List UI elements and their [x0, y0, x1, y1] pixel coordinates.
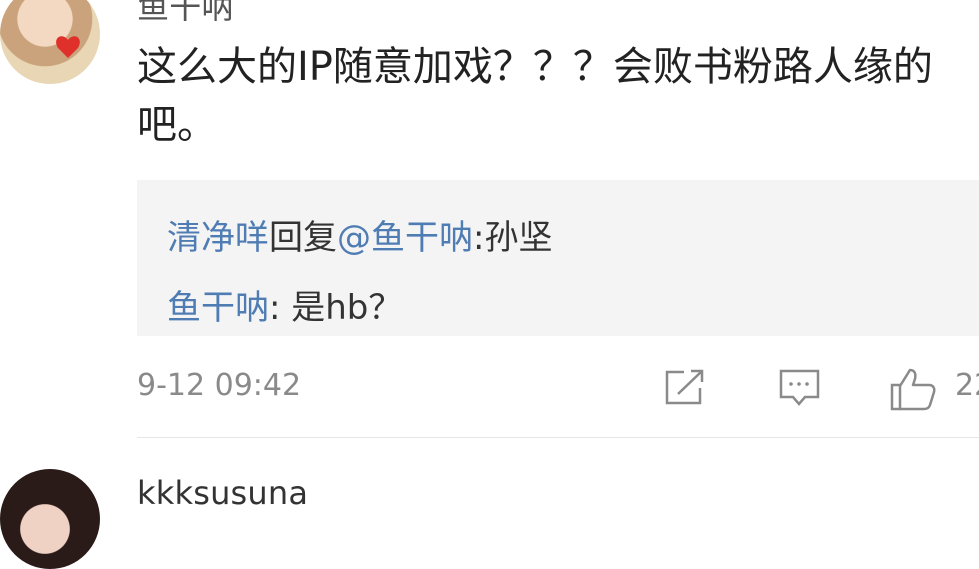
reply-item[interactable]: 清净咩回复@鱼干呐:孙坚 [167, 210, 552, 259]
comment-timestamp: 9-12 09:42 [137, 368, 302, 403]
heart-icon [56, 36, 80, 58]
reply-action-label: 回复 [269, 218, 337, 258]
reply-text: :孙坚 [473, 218, 553, 258]
like-count: 22 [955, 368, 979, 403]
comment-icon [779, 369, 820, 406]
like-button[interactable] [888, 366, 938, 416]
share-button[interactable] [662, 366, 708, 412]
reply-author[interactable]: 清净咩 [167, 218, 269, 258]
avatar[interactable] [0, 0, 100, 84]
reply-item[interactable]: 鱼干呐: 是hb？ [167, 280, 402, 329]
avatar[interactable] [0, 469, 100, 569]
comment-username[interactable]: kkksusuna [137, 474, 308, 512]
share-icon [665, 369, 704, 405]
reply-author[interactable]: 鱼干呐 [167, 288, 269, 328]
reply-text: : 是hb？ [269, 288, 403, 328]
comment-text: 这么大的IP随意加戏？？？会败书粉路人缘的吧。 [137, 44, 933, 148]
reply-thread[interactable]: 清净咩回复@鱼干呐:孙坚 鱼干呐: 是hb？ [137, 180, 979, 336]
reply-mention[interactable]: @鱼干呐 [337, 218, 473, 258]
comment-username[interactable]: 鱼干呐 [137, 0, 234, 28]
comment-button[interactable] [777, 366, 823, 412]
like-icon [890, 368, 936, 411]
divider [137, 437, 979, 438]
